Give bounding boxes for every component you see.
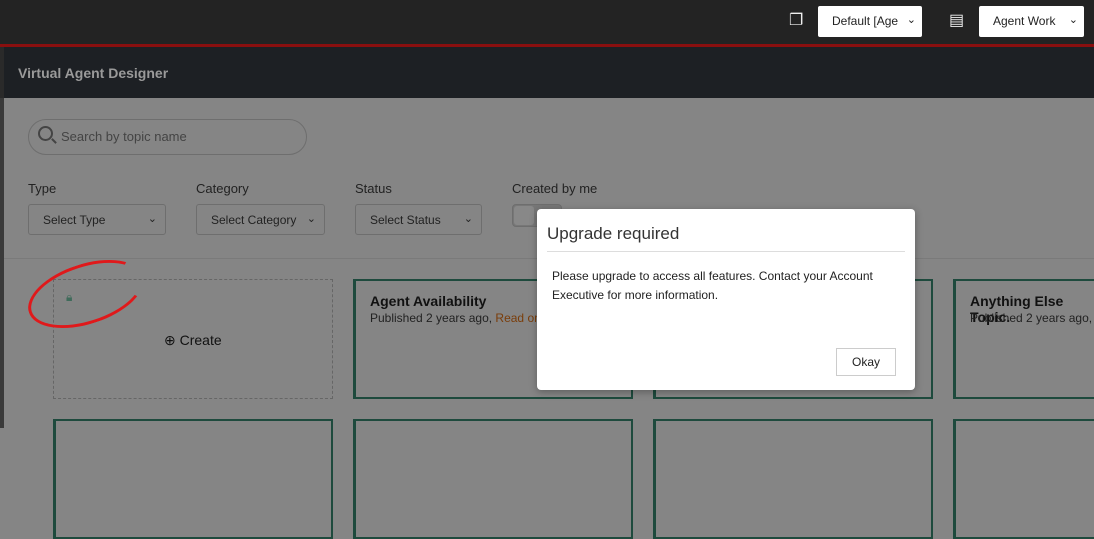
topic-card[interactable]: Anything Else Topic. Published 2 years ag… xyxy=(953,279,1094,399)
chevron-down-icon: ⌄ xyxy=(147,213,157,225)
upgrade-modal: Upgrade required Please upgrade to acces… xyxy=(537,209,915,390)
app-scope-select[interactable]: Agent Work ⌄ xyxy=(979,6,1084,37)
type-label: Type xyxy=(28,181,57,196)
application-icon[interactable]: ▤ xyxy=(949,10,964,30)
update-set-value: Default [Age xyxy=(832,14,899,28)
page-title: Virtual Agent Designer xyxy=(18,65,169,81)
read-only-label: Read on xyxy=(495,311,541,325)
topic-card[interactable] xyxy=(353,419,633,539)
topic-title: Agent Availability xyxy=(370,293,487,309)
chevron-down-icon: ⌄ xyxy=(906,14,916,26)
category-label: Category xyxy=(196,181,249,196)
app-scope-value: Agent Work xyxy=(993,14,1056,28)
create-label: Create xyxy=(179,332,222,348)
topic-card[interactable] xyxy=(953,419,1094,539)
type-select[interactable]: Select Type ⌄ xyxy=(28,204,166,235)
status-text: Published 2 years ago, xyxy=(370,311,496,325)
top-bar: ❐ Default [Age ⌄ ▤ Agent Work ⌄ xyxy=(0,0,1094,44)
left-edge xyxy=(0,98,4,428)
modal-body: Please upgrade to access all features. C… xyxy=(552,269,873,302)
search-input[interactable]: Search by topic name xyxy=(28,119,307,155)
topic-status: Published 2 years ago, Read on xyxy=(370,311,541,325)
chevron-down-icon: ⌄ xyxy=(306,213,316,225)
chevron-down-icon: ⌄ xyxy=(463,213,473,225)
status-value: Select Status xyxy=(370,213,441,227)
page-header: Virtual Agent Designer xyxy=(0,47,1094,98)
type-value: Select Type xyxy=(43,213,106,227)
status-select[interactable]: Select Status ⌄ xyxy=(355,204,482,235)
search-placeholder: Search by topic name xyxy=(61,129,187,144)
topic-status: Published 2 years ago, xyxy=(970,311,1093,325)
chevron-down-icon: ⌄ xyxy=(1068,14,1078,26)
create-button[interactable]: ⊕ Create xyxy=(164,332,222,349)
search-icon xyxy=(38,126,53,141)
plus-circle-icon: ⊕ xyxy=(164,332,176,348)
okay-button[interactable]: Okay xyxy=(836,348,896,376)
update-set-icon[interactable]: ❐ xyxy=(789,10,803,30)
update-set-select[interactable]: Default [Age ⌄ xyxy=(818,6,922,37)
modal-title: Upgrade required xyxy=(547,224,680,243)
topic-card[interactable] xyxy=(53,419,333,539)
modal-divider xyxy=(547,251,905,252)
category-value: Select Category xyxy=(211,213,297,227)
created-by-me-label: Created by me xyxy=(512,181,598,196)
status-label: Status xyxy=(355,181,392,196)
topic-card[interactable] xyxy=(653,419,933,539)
category-select[interactable]: Select Category ⌄ xyxy=(196,204,325,235)
